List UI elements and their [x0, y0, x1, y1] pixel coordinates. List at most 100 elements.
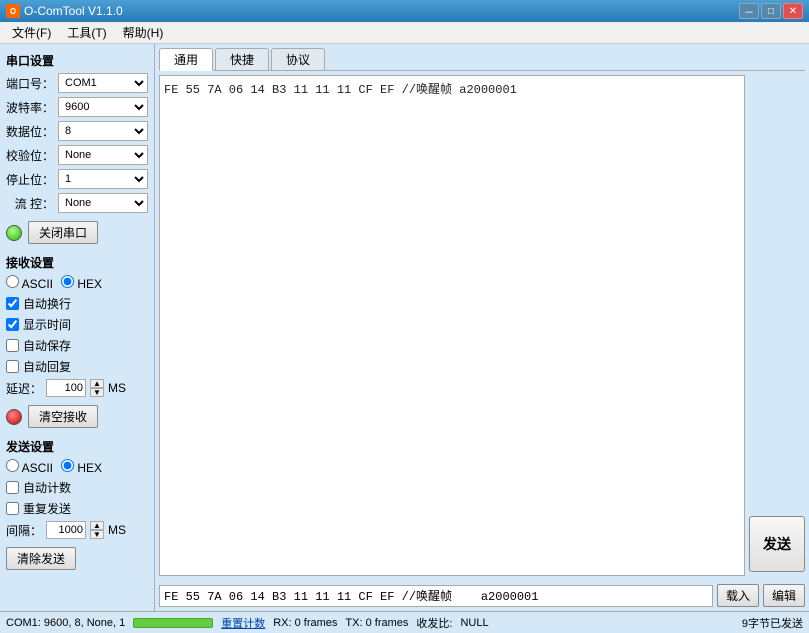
auto-count-row: 自动计数: [6, 479, 148, 496]
send-encoding-row: ASCII HEX: [6, 459, 148, 475]
interval-label: 间隔：: [6, 522, 42, 539]
close-button[interactable]: ✕: [783, 3, 803, 19]
tx-info: TX: 0 frames: [345, 617, 408, 629]
auto-save-checkbox[interactable]: [6, 339, 19, 352]
delay-input[interactable]: [46, 379, 86, 397]
auto-count-label: 自动计数: [23, 479, 71, 496]
baud-select[interactable]: 9600: [58, 97, 148, 117]
serial-settings-title: 串口设置: [6, 52, 148, 69]
parity-select[interactable]: None: [58, 145, 148, 165]
reset-count-label[interactable]: 重置计数: [221, 615, 265, 631]
receive-ascii-radio[interactable]: [6, 275, 19, 288]
auto-save-label: 自动保存: [23, 337, 71, 354]
interval-input[interactable]: [46, 521, 86, 539]
send-hex-label[interactable]: HEX: [61, 459, 102, 475]
load-button[interactable]: 载入: [717, 584, 759, 607]
port-info-status: COM1: 9600, 8, None, 1: [6, 617, 125, 629]
receive-status-indicator: [6, 409, 22, 425]
title-bar: O O-ComTool V1.1.0 － □ ✕: [0, 0, 809, 22]
databits-select[interactable]: 8: [58, 121, 148, 141]
baud-label: 波特率：: [6, 99, 54, 116]
receive-hex-radio[interactable]: [61, 275, 74, 288]
auto-reply-checkbox[interactable]: [6, 360, 19, 373]
title-controls: － □ ✕: [739, 3, 803, 19]
menu-bar: 文件(F) 工具(T) 帮助(H): [0, 22, 809, 44]
databits-row: 数据位： 8: [6, 121, 148, 141]
send-hex-radio[interactable]: [61, 459, 74, 472]
rx-info: RX: 0 frames: [273, 617, 337, 629]
tab-shortcuts[interactable]: 快捷: [215, 48, 269, 70]
repeat-send-checkbox[interactable]: [6, 502, 19, 515]
delay-down-button[interactable]: ▼: [90, 388, 104, 397]
flow-label: 流 控：: [6, 195, 54, 212]
auto-save-row: 自动保存: [6, 337, 148, 354]
flow-row: 流 控： None: [6, 193, 148, 213]
port-status-indicator: [6, 225, 22, 241]
delay-up-button[interactable]: ▲: [90, 379, 104, 388]
receive-ascii-label[interactable]: ASCII: [6, 275, 53, 291]
app-title: O-ComTool V1.1.0: [24, 4, 123, 18]
edit-button[interactable]: 编辑: [763, 584, 805, 607]
app-icon: O: [6, 4, 20, 18]
recv-rate-value: NULL: [460, 617, 488, 629]
delay-label: 延迟：: [6, 380, 42, 397]
tab-protocol[interactable]: 协议: [271, 48, 325, 70]
interval-row: 间隔： ▲ ▼ MS: [6, 521, 148, 539]
receive-encoding-row: ASCII HEX: [6, 275, 148, 291]
delay-unit: MS: [108, 381, 126, 395]
parity-row: 校验位： None: [6, 145, 148, 165]
send-input-row: 载入 编辑: [159, 584, 805, 607]
receive-indicator-row: 清空接收: [6, 405, 148, 428]
receive-settings-title: 接收设置: [6, 254, 148, 271]
delay-spinner: ▲ ▼: [90, 379, 104, 397]
close-port-button[interactable]: 关闭串口: [28, 221, 98, 244]
show-time-row: 显示时间: [6, 316, 148, 333]
minimize-button[interactable]: －: [739, 3, 759, 19]
bytes-info: 9字节已发送: [742, 615, 803, 631]
auto-reply-label: 自动回复: [23, 358, 71, 375]
menu-tools[interactable]: 工具(T): [59, 22, 114, 43]
receive-content: FE 55 7A 06 14 B3 11 11 11 CF EF //唤醒帧 a…: [164, 83, 517, 97]
clear-send-button[interactable]: 清除发送: [6, 547, 76, 570]
delay-row: 延迟： ▲ ▼ MS: [6, 379, 148, 397]
interval-up-button[interactable]: ▲: [90, 521, 104, 530]
stopbits-label: 停止位：: [6, 171, 54, 188]
stopbits-select[interactable]: 1: [58, 169, 148, 189]
interval-down-button[interactable]: ▼: [90, 530, 104, 539]
interval-spinner: ▲ ▼: [90, 521, 104, 539]
auto-newline-checkbox[interactable]: [6, 297, 19, 310]
stopbits-row: 停止位： 1: [6, 169, 148, 189]
status-bar: COM1: 9600, 8, None, 1 重置计数 RX: 0 frames…: [0, 611, 809, 633]
baud-row: 波特率： 9600: [6, 97, 148, 117]
auto-newline-row: 自动换行: [6, 295, 148, 312]
send-input[interactable]: [159, 585, 713, 607]
interval-unit: MS: [108, 523, 126, 537]
databits-label: 数据位：: [6, 123, 54, 140]
port-indicator-row: 关闭串口: [6, 221, 148, 244]
menu-file[interactable]: 文件(F): [4, 22, 59, 43]
parity-label: 校验位：: [6, 147, 54, 164]
tab-general[interactable]: 通用: [159, 48, 213, 71]
show-time-checkbox[interactable]: [6, 318, 19, 331]
port-select[interactable]: COM1: [58, 73, 148, 93]
clear-receive-button[interactable]: 清空接收: [28, 405, 98, 428]
right-panel: 通用 快捷 协议 FE 55 7A 06 14 B3 11 11 11 CF E…: [155, 44, 809, 611]
show-time-label: 显示时间: [23, 316, 71, 333]
repeat-send-label: 重复发送: [23, 500, 71, 517]
receive-hex-label[interactable]: HEX: [61, 275, 102, 291]
flow-select[interactable]: None: [58, 193, 148, 213]
send-button[interactable]: 发送: [749, 516, 805, 572]
port-row: 端口号： COM1: [6, 73, 148, 93]
left-panel: 串口设置 端口号： COM1 波特率： 9600 数据位： 8 校验位： Non…: [0, 44, 155, 611]
progress-bar: [133, 618, 213, 628]
menu-help[interactable]: 帮助(H): [115, 22, 172, 43]
maximize-button[interactable]: □: [761, 3, 781, 19]
port-label: 端口号：: [6, 75, 54, 92]
receive-area: FE 55 7A 06 14 B3 11 11 11 CF EF //唤醒帧 a…: [159, 75, 745, 576]
tabs-bar: 通用 快捷 协议: [159, 48, 805, 71]
repeat-send-row: 重复发送: [6, 500, 148, 517]
send-ascii-radio[interactable]: [6, 459, 19, 472]
auto-newline-label: 自动换行: [23, 295, 71, 312]
auto-count-checkbox[interactable]: [6, 481, 19, 494]
send-ascii-label[interactable]: ASCII: [6, 459, 53, 475]
